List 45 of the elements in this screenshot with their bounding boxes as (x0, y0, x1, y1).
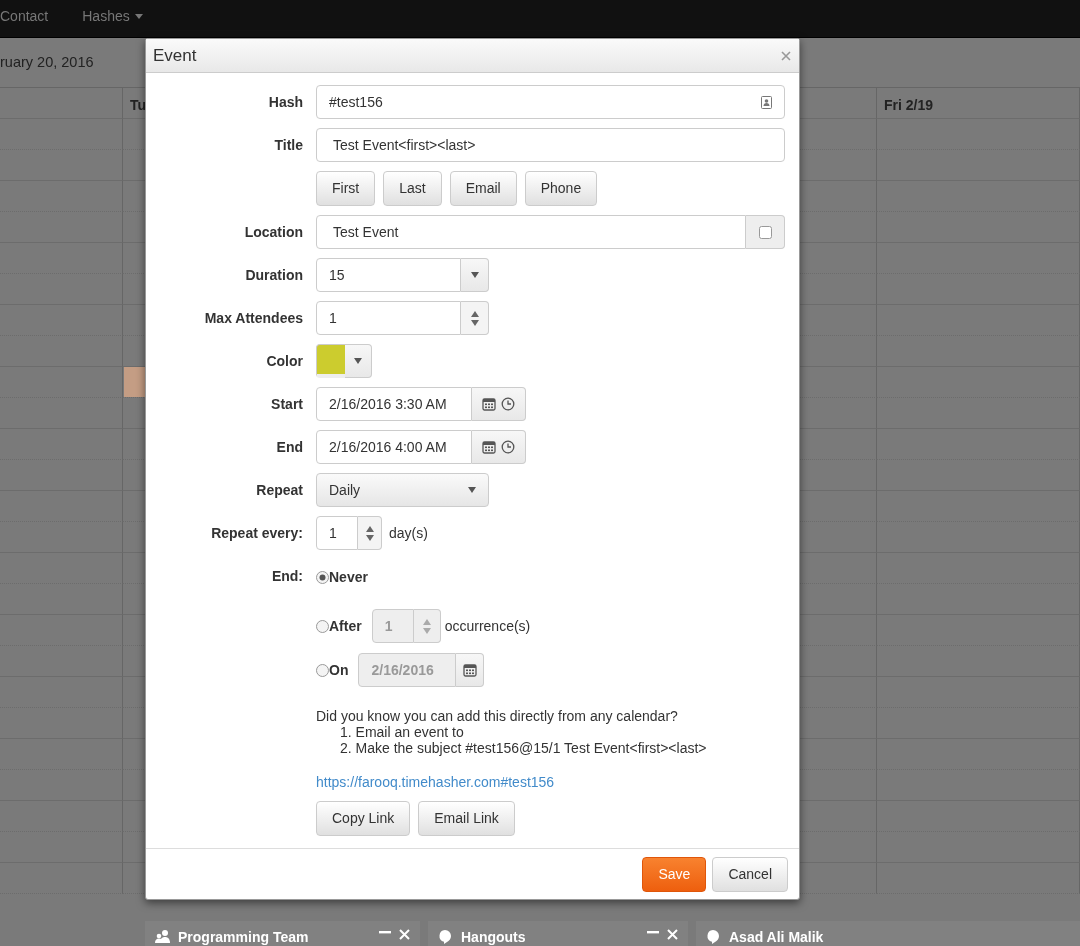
field-label: Repeat every: (210, 524, 303, 543)
option-label: Never (329, 567, 368, 587)
insert-button[interactable]: Email (449, 171, 517, 206)
insert-button[interactable]: Phone (524, 171, 598, 206)
list-item: 1. Email an event to (339, 724, 465, 740)
link-button[interactable]: Copy Link (316, 801, 411, 836)
day-header: Fri 2/19 (877, 88, 1080, 119)
field-label: Hash (267, 93, 303, 112)
field-label: Start (270, 395, 303, 414)
hash-field[interactable]: #test156 (316, 85, 785, 119)
title-field[interactable]: Test Event<first><last> (316, 128, 785, 162)
number-field[interactable]: 1 (316, 516, 358, 550)
insert-button[interactable]: Last (383, 171, 442, 206)
nav-link[interactable]: Contact (0, 6, 63, 31)
event-link[interactable]: https://farooq.timehasher.com#test156 (316, 772, 707, 793)
chat-bar[interactable]: Hangouts (428, 921, 688, 946)
field-label: Duration (244, 266, 303, 285)
field-label: Repeat (255, 481, 303, 500)
unit-label: day(s) (389, 523, 428, 543)
number-field: 1 (371, 609, 414, 643)
chat-bar[interactable]: Asad Ali Malik (696, 921, 1080, 946)
chat-bar[interactable]: Programming Team (145, 921, 420, 946)
info-text: Did you know you can add this directly from any calendar? (316, 708, 679, 724)
field-label: Max Attendees (203, 309, 303, 328)
field-label: End: (270, 567, 303, 586)
date-field: 2/16/2016 (358, 653, 457, 687)
field-label: Title (273, 136, 303, 155)
field-label: End (275, 438, 303, 457)
calendar-date-title: ruary 20, 2016 (0, 52, 94, 72)
insert-button[interactable]: First (316, 171, 376, 206)
option-label: After (329, 616, 362, 636)
location-field[interactable]: Test Event (316, 215, 746, 249)
nav-link[interactable]: Hashes (82, 6, 157, 31)
link-button[interactable]: Email Link (418, 801, 515, 836)
option-label: On (329, 660, 349, 680)
field-label: Location (243, 223, 303, 242)
number-field[interactable]: 1 (316, 301, 461, 335)
list-item: 2. Make the subject #test156@15/1 Test Event<first><last> (339, 740, 707, 756)
repeat-select[interactable]: Daily (316, 473, 489, 507)
field-label: Color (265, 352, 303, 371)
dialog-title: Event (153, 44, 197, 67)
date-time-field[interactable]: 2/16/2016 4:00 AM (316, 430, 472, 464)
date-time-field[interactable]: 2/16/2016 3:30 AM (316, 387, 472, 421)
cancel-button[interactable]: Cancel (712, 857, 788, 892)
unit-label: occurrence(s) (444, 616, 531, 636)
